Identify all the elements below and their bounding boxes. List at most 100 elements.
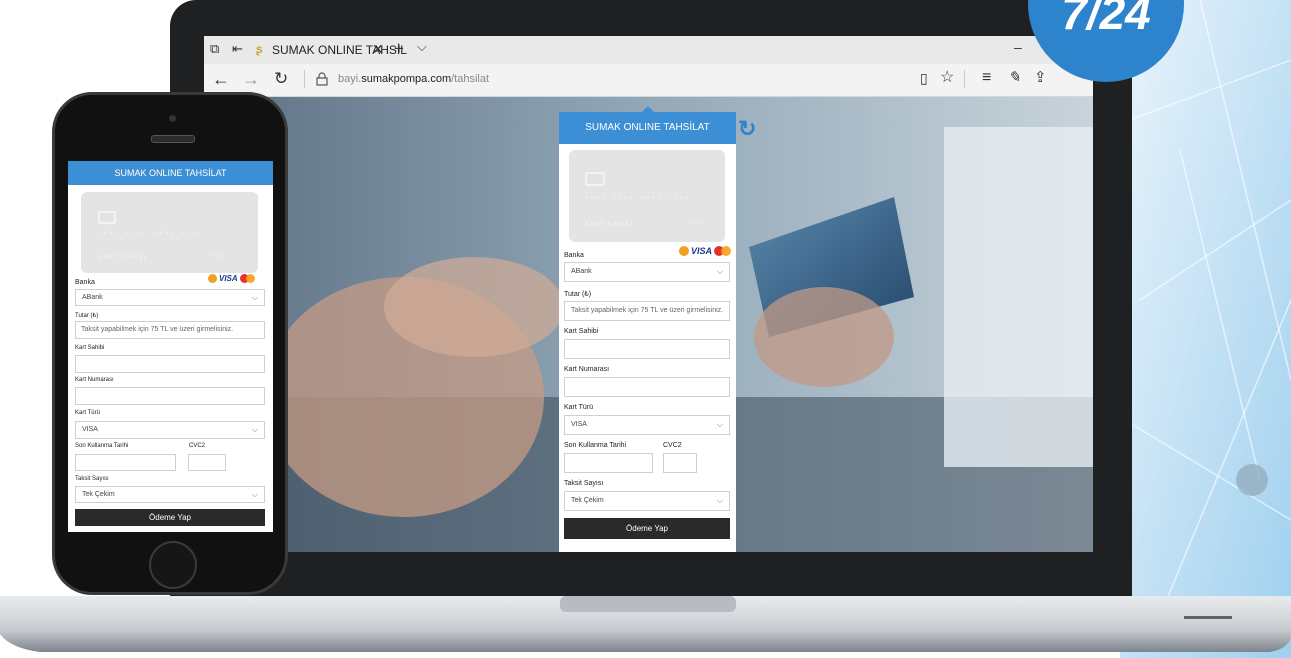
url-prefix: bayi. — [338, 73, 362, 85]
card-number-preview: **** **** **** **** — [585, 196, 692, 203]
phone-bank-value: ABank — [82, 294, 103, 301]
cvc-label: CVC2 — [663, 442, 682, 449]
troy-logo-icon — [679, 246, 689, 256]
payment-form-panel: SUMAK ONLINE TAHSİLAT **** **** **** ***… — [559, 112, 736, 552]
phone-card-holder-preview: KART SAHİBİ — [98, 255, 147, 261]
form-title: SUMAK ONLINE TAHSİLAT — [559, 112, 736, 144]
phone-amount-input[interactable]: Taksit yapabilmek için 75 TL ve üzeri gi… — [75, 321, 265, 339]
card-number-label: Kart Numarası — [564, 366, 610, 373]
phone-installment-label: Taksit Sayısı — [75, 476, 109, 482]
card-brands: VISA — [679, 246, 732, 256]
share-icon[interactable]: ⇪ — [1034, 70, 1047, 85]
phone-card-brands: VISA — [208, 274, 256, 283]
bank-select-value: ABank — [571, 268, 592, 275]
phone-screen: SUMAK ONLINE TAHSİLAT **** **** **** ***… — [68, 161, 273, 532]
holder-label: Kart Sahibi — [564, 328, 599, 335]
phone-card-preview: **** **** **** **** KART SAHİBİ **/** — [81, 192, 258, 273]
card-number-input[interactable] — [564, 377, 730, 397]
troy-logo-icon — [208, 274, 217, 283]
visa-logo-icon: VISA — [691, 246, 713, 256]
phone-expiry-input[interactable] — [75, 454, 176, 471]
refresh-arrow-icon: ↻ — [738, 116, 757, 141]
installment-label: Taksit Sayısı — [564, 480, 604, 487]
phone-cvc-input[interactable] — [188, 454, 226, 471]
submit-payment-button[interactable]: Ödeme Yap — [564, 518, 730, 539]
tab-list-icon[interactable]: ⌵ — [417, 40, 427, 53]
visa-logo-icon: VISA — [219, 274, 238, 283]
card-chip-icon — [585, 172, 605, 186]
card-type-label: Kart Türü — [564, 404, 594, 411]
phone-card-number-input[interactable] — [75, 387, 265, 405]
phone-submit-payment-button[interactable]: Ödeme Yap — [75, 509, 265, 526]
amount-label: Tutar (₺) — [564, 291, 592, 298]
installment-value: Tek Çekim — [571, 497, 604, 504]
new-tab-icon[interactable]: + — [394, 40, 404, 57]
phone-holder-label: Kart Sahibi — [75, 345, 105, 351]
mastercard-logo-icon — [714, 246, 732, 256]
phone-card-expiry-preview: **/** — [211, 255, 228, 261]
notes-icon[interactable]: ✎ — [1008, 70, 1021, 85]
phone-camera — [169, 115, 176, 122]
browser-address-bar: ← → ↻ bayi.sumakpompa.com/tahsilat ▯ ☆ ≡… — [204, 64, 1093, 97]
refresh-icon[interactable]: ↻ — [274, 70, 288, 87]
close-tab-icon[interactable]: ✕ — [372, 42, 384, 56]
phone-card-holder-input[interactable] — [75, 355, 265, 373]
chevron-down-icon: ⌵ — [716, 420, 723, 429]
laptop-screen: ⧉ ⇤ ʂ SUMAK ONLINE TAHSİL ✕ + ⌵ – ← → ↻ … — [204, 36, 1093, 552]
toolbar-divider — [964, 70, 965, 88]
laptop-base — [0, 596, 1291, 652]
phone-installment-select[interactable]: Tek Çekim ⌵ — [75, 486, 265, 503]
phone-amount-label: Tutar (₺) — [75, 313, 99, 319]
phone-bank-select[interactable]: ABank ⌵ — [75, 289, 265, 306]
phone-bank-label: Banka — [75, 279, 95, 286]
chevron-down-icon: ⌵ — [251, 293, 258, 302]
url-path: /tahsilat — [451, 73, 490, 85]
card-chip-icon — [98, 211, 116, 224]
card-type-select[interactable]: VISA ⌵ — [564, 415, 730, 435]
back-icon[interactable]: ← — [212, 70, 230, 88]
favorite-star-icon[interactable]: ☆ — [940, 70, 954, 86]
chevron-down-icon: ⌵ — [716, 267, 723, 276]
cvc-input[interactable] — [663, 453, 697, 473]
bank-select[interactable]: ABank ⌵ — [564, 262, 730, 282]
forward-icon[interactable]: → — [242, 70, 260, 88]
hub-icon[interactable]: ≡ — [982, 70, 991, 86]
phone-card-number-label: Kart Numarası — [75, 377, 114, 383]
browser-tab-bar: ⧉ ⇤ ʂ SUMAK ONLINE TAHSİL ✕ + ⌵ – — [204, 36, 1093, 64]
expiry-input[interactable] — [564, 453, 653, 473]
phone-home-button — [149, 541, 197, 589]
installment-select[interactable]: Tek Çekim ⌵ — [564, 491, 730, 511]
card-expiry-preview: **/** — [687, 222, 704, 228]
phone-cvc-label: CVC2 — [189, 443, 206, 449]
chevron-down-icon: ⌵ — [716, 496, 723, 505]
phone-form-title: SUMAK ONLINE TAHSİLAT — [68, 161, 273, 185]
phone-card-type-label: Kart Türü — [75, 410, 100, 416]
site-favicon: ʂ — [256, 42, 263, 56]
chevron-down-icon: ⌵ — [251, 425, 258, 434]
phone-speaker — [151, 135, 195, 143]
bank-label: Banka — [564, 252, 584, 259]
card-type-value: VISA — [571, 421, 587, 428]
tab-title[interactable]: SUMAK ONLINE TAHSİL — [272, 43, 407, 57]
card-holder-preview: KART SAHİBİ — [585, 222, 634, 228]
badge-247: 7/24 — [1061, 0, 1151, 39]
minimize-icon[interactable]: – — [1014, 40, 1022, 54]
tab-back-icon[interactable]: ⇤ — [232, 42, 243, 55]
reading-view-icon[interactable]: ▯ — [920, 71, 928, 85]
chevron-down-icon: ⌵ — [251, 490, 258, 499]
phone-card-number-preview: **** **** **** **** — [98, 231, 205, 238]
address-divider — [304, 70, 305, 88]
mastercard-logo-icon — [239, 274, 256, 283]
expiry-label: Son Kullanma Tarihi — [564, 442, 627, 449]
phone-card-type-value: VISA — [82, 426, 98, 433]
panel-pointer — [642, 106, 654, 112]
phone-expiry-label: Son Kullanma Tarihi — [75, 443, 129, 449]
card-holder-input[interactable] — [564, 339, 730, 359]
tab-preview-icon[interactable]: ⧉ — [210, 42, 219, 55]
url-field[interactable]: bayi.sumakpompa.com/tahsilat — [338, 73, 489, 85]
phone-card-type-select[interactable]: VISA ⌵ — [75, 421, 265, 439]
card-preview: **** **** **** **** KART SAHİBİ **/** — [569, 150, 725, 242]
phone-installment-value: Tek Çekim — [82, 491, 115, 498]
amount-input[interactable]: Taksit yapabilmek için 75 TL ve üzeri gi… — [564, 301, 730, 321]
url-host: sumakpompa.com — [361, 73, 452, 85]
